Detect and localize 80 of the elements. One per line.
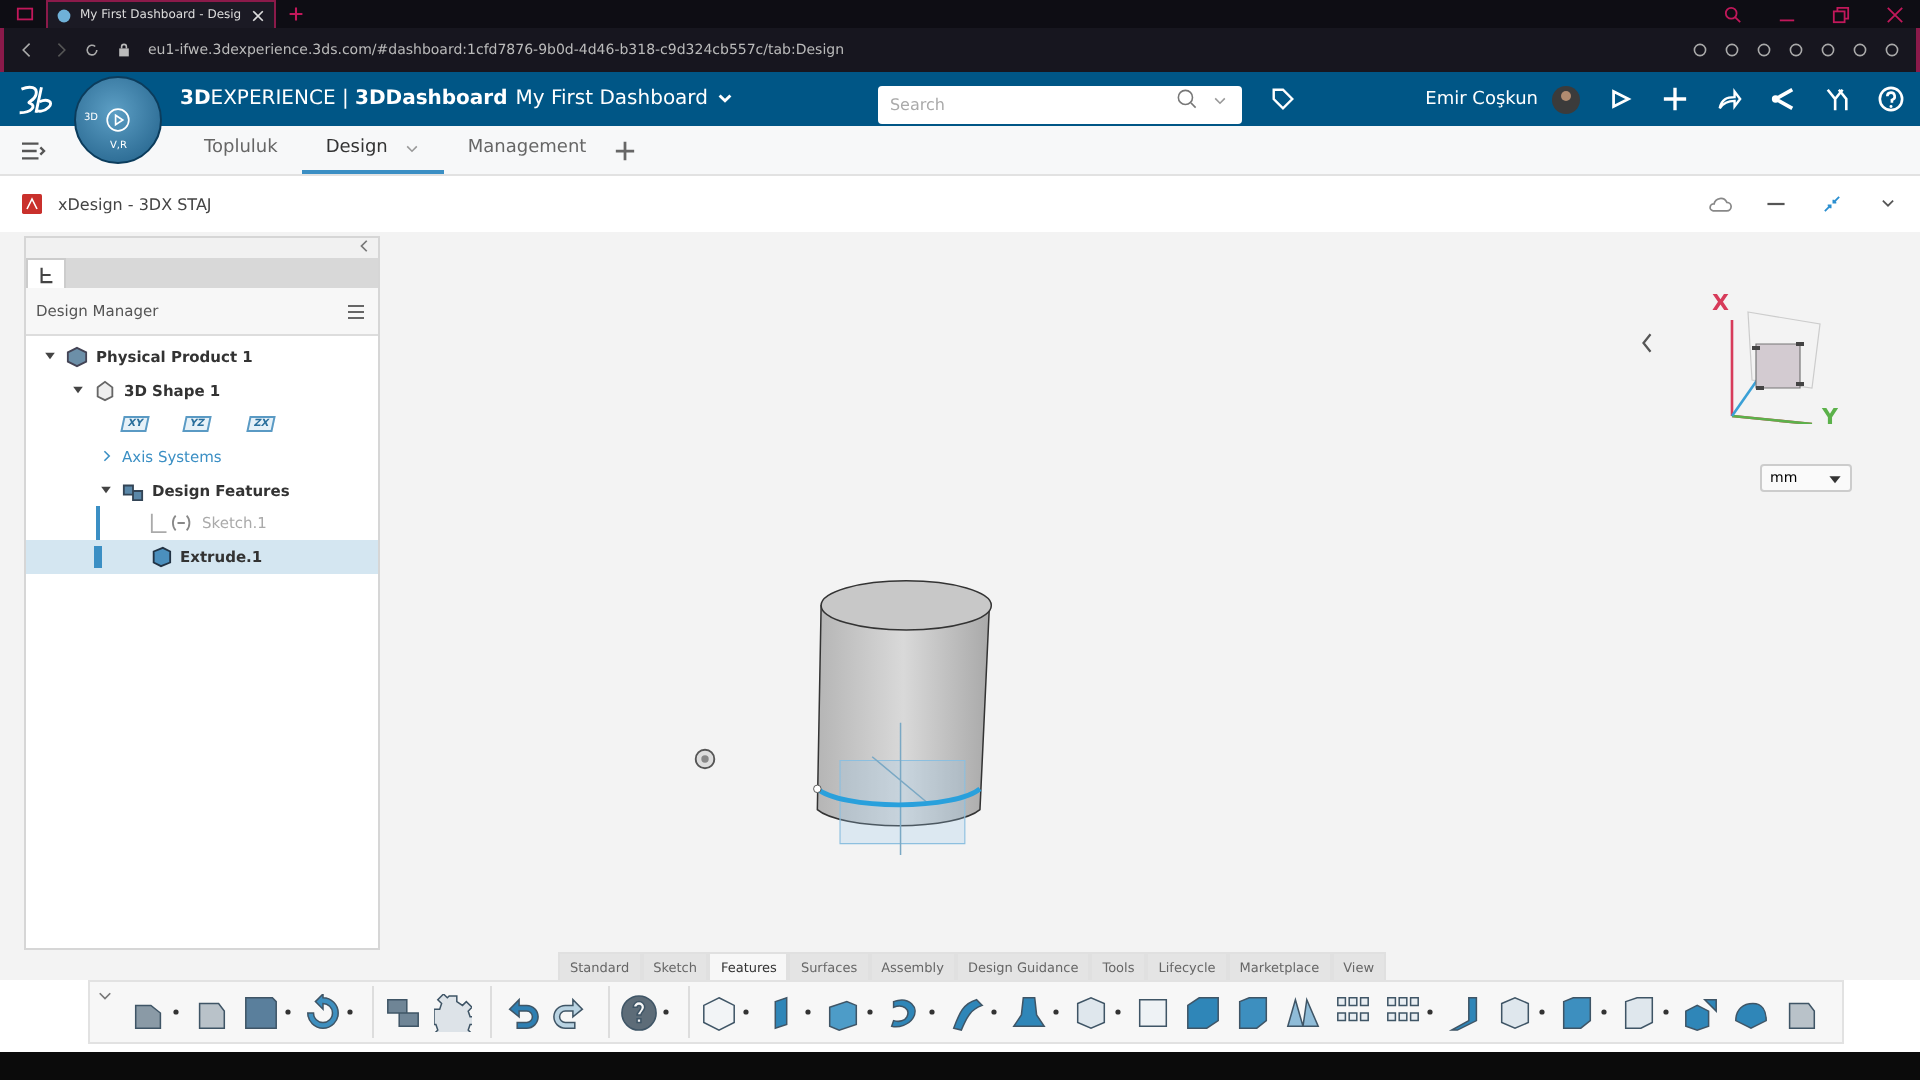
expanded-arrow-icon[interactable] — [42, 348, 58, 365]
globe-icon — [56, 7, 72, 23]
forward-icon[interactable] — [52, 42, 68, 58]
tool-button[interactable] — [302, 991, 356, 1033]
product-icon — [66, 345, 88, 368]
tree-icon — [37, 265, 55, 283]
share-arrow-icon[interactable] — [1716, 86, 1742, 112]
dropdown-dot-icon[interactable] — [804, 1008, 812, 1016]
app-name: xDesign - 3DX STAJ — [58, 195, 212, 213]
dropdown-dot-icon[interactable] — [1600, 1008, 1608, 1016]
play-icon — [106, 108, 130, 132]
cloud-icon[interactable] — [1708, 194, 1732, 214]
caret-icon — [715, 90, 734, 108]
add-icon[interactable] — [1662, 86, 1688, 112]
dropdown-dot-icon[interactable] — [742, 1008, 750, 1016]
dropdown-dot-icon[interactable] — [346, 1008, 354, 1016]
remove-face-icon[interactable] — [1620, 993, 1658, 1031]
share-icon[interactable] — [1770, 86, 1796, 112]
tool-button[interactable] — [240, 991, 294, 1033]
dashboard-tab[interactable]: Management — [443, 126, 611, 174]
loft-icon[interactable] — [1010, 993, 1048, 1031]
expanded-arrow-icon[interactable] — [98, 482, 114, 499]
dropdown-dot-icon[interactable] — [662, 1008, 670, 1016]
refresh-icon[interactable] — [304, 993, 342, 1031]
dropdown-dot-icon[interactable] — [1426, 1008, 1434, 1016]
caret-icon — [403, 140, 420, 156]
collapse-panel-icon[interactable] — [358, 238, 372, 254]
dropdown-dot-icon[interactable] — [1538, 1008, 1546, 1016]
xdesign-icon — [22, 194, 42, 214]
dashboard-dropdown[interactable]: My First Dashboard — [515, 88, 734, 110]
app-title: 3DEXPERIENCE | 3DDashboard — [180, 88, 508, 110]
dropdown-dot-icon[interactable] — [1114, 1008, 1122, 1016]
caret-icon — [1828, 471, 1842, 485]
dropdown-dot-icon[interactable] — [1052, 1008, 1060, 1016]
dashboard-tab[interactable]: Topluluk — [180, 126, 302, 174]
chevron-down-icon[interactable] — [98, 988, 112, 1002]
logo-icon — [16, 81, 56, 117]
dashboard-tab[interactable]: Design — [301, 126, 444, 174]
solid-icon[interactable] — [1558, 993, 1596, 1031]
back-icon[interactable] — [20, 42, 36, 58]
new-tab-icon[interactable] — [287, 6, 304, 22]
sweep-icon[interactable] — [948, 993, 986, 1031]
cube-icon[interactable] — [700, 993, 738, 1031]
collapse-icon[interactable] — [1820, 194, 1844, 214]
shape-icon — [94, 379, 116, 402]
tool-button[interactable] — [698, 991, 752, 1033]
menu-icon[interactable] — [20, 139, 46, 161]
browser-menu-icon[interactable] — [16, 6, 34, 22]
caret-icon[interactable] — [1211, 92, 1228, 108]
save-icon[interactable] — [242, 993, 280, 1031]
dropdown-dot-icon[interactable] — [928, 1008, 936, 1016]
restore-icon[interactable] — [1832, 5, 1850, 23]
features-icon — [122, 479, 144, 502]
sketch-icon — [150, 512, 194, 535]
avatar[interactable] — [1552, 85, 1580, 113]
shell-icon[interactable] — [1072, 993, 1110, 1031]
dropdown-dot-icon[interactable] — [172, 1008, 180, 1016]
tool-button[interactable] — [618, 991, 672, 1033]
search-field[interactable]: Search — [877, 86, 1242, 124]
shell-icon[interactable] — [1496, 993, 1534, 1031]
search-icon[interactable] — [1724, 5, 1742, 23]
expanded-arrow-icon[interactable] — [70, 382, 86, 399]
axis-label: Y — [1822, 404, 1838, 430]
dropdown-dot-icon[interactable] — [866, 1008, 874, 1016]
tree-tab[interactable] — [26, 258, 66, 288]
search-icon[interactable] — [1175, 88, 1198, 110]
reload-icon[interactable] — [84, 42, 100, 58]
menu-icon[interactable] — [346, 301, 366, 321]
chevron-left-icon[interactable] — [1640, 332, 1654, 354]
axis-label: X — [1712, 290, 1729, 316]
tool-button[interactable] — [1008, 991, 1062, 1033]
add-tab-icon[interactable] — [614, 139, 637, 161]
dropdown-dot-icon[interactable] — [284, 1008, 292, 1016]
dropdown-dot-icon[interactable] — [1662, 1008, 1670, 1016]
tag-icon[interactable] — [1269, 86, 1296, 112]
user-name[interactable]: Emir Coşkun — [1425, 89, 1538, 109]
help-icon[interactable] — [620, 993, 658, 1031]
lock-icon — [116, 42, 132, 58]
extrude-icon — [150, 545, 172, 568]
dropdown-dot-icon[interactable] — [990, 1008, 998, 1016]
